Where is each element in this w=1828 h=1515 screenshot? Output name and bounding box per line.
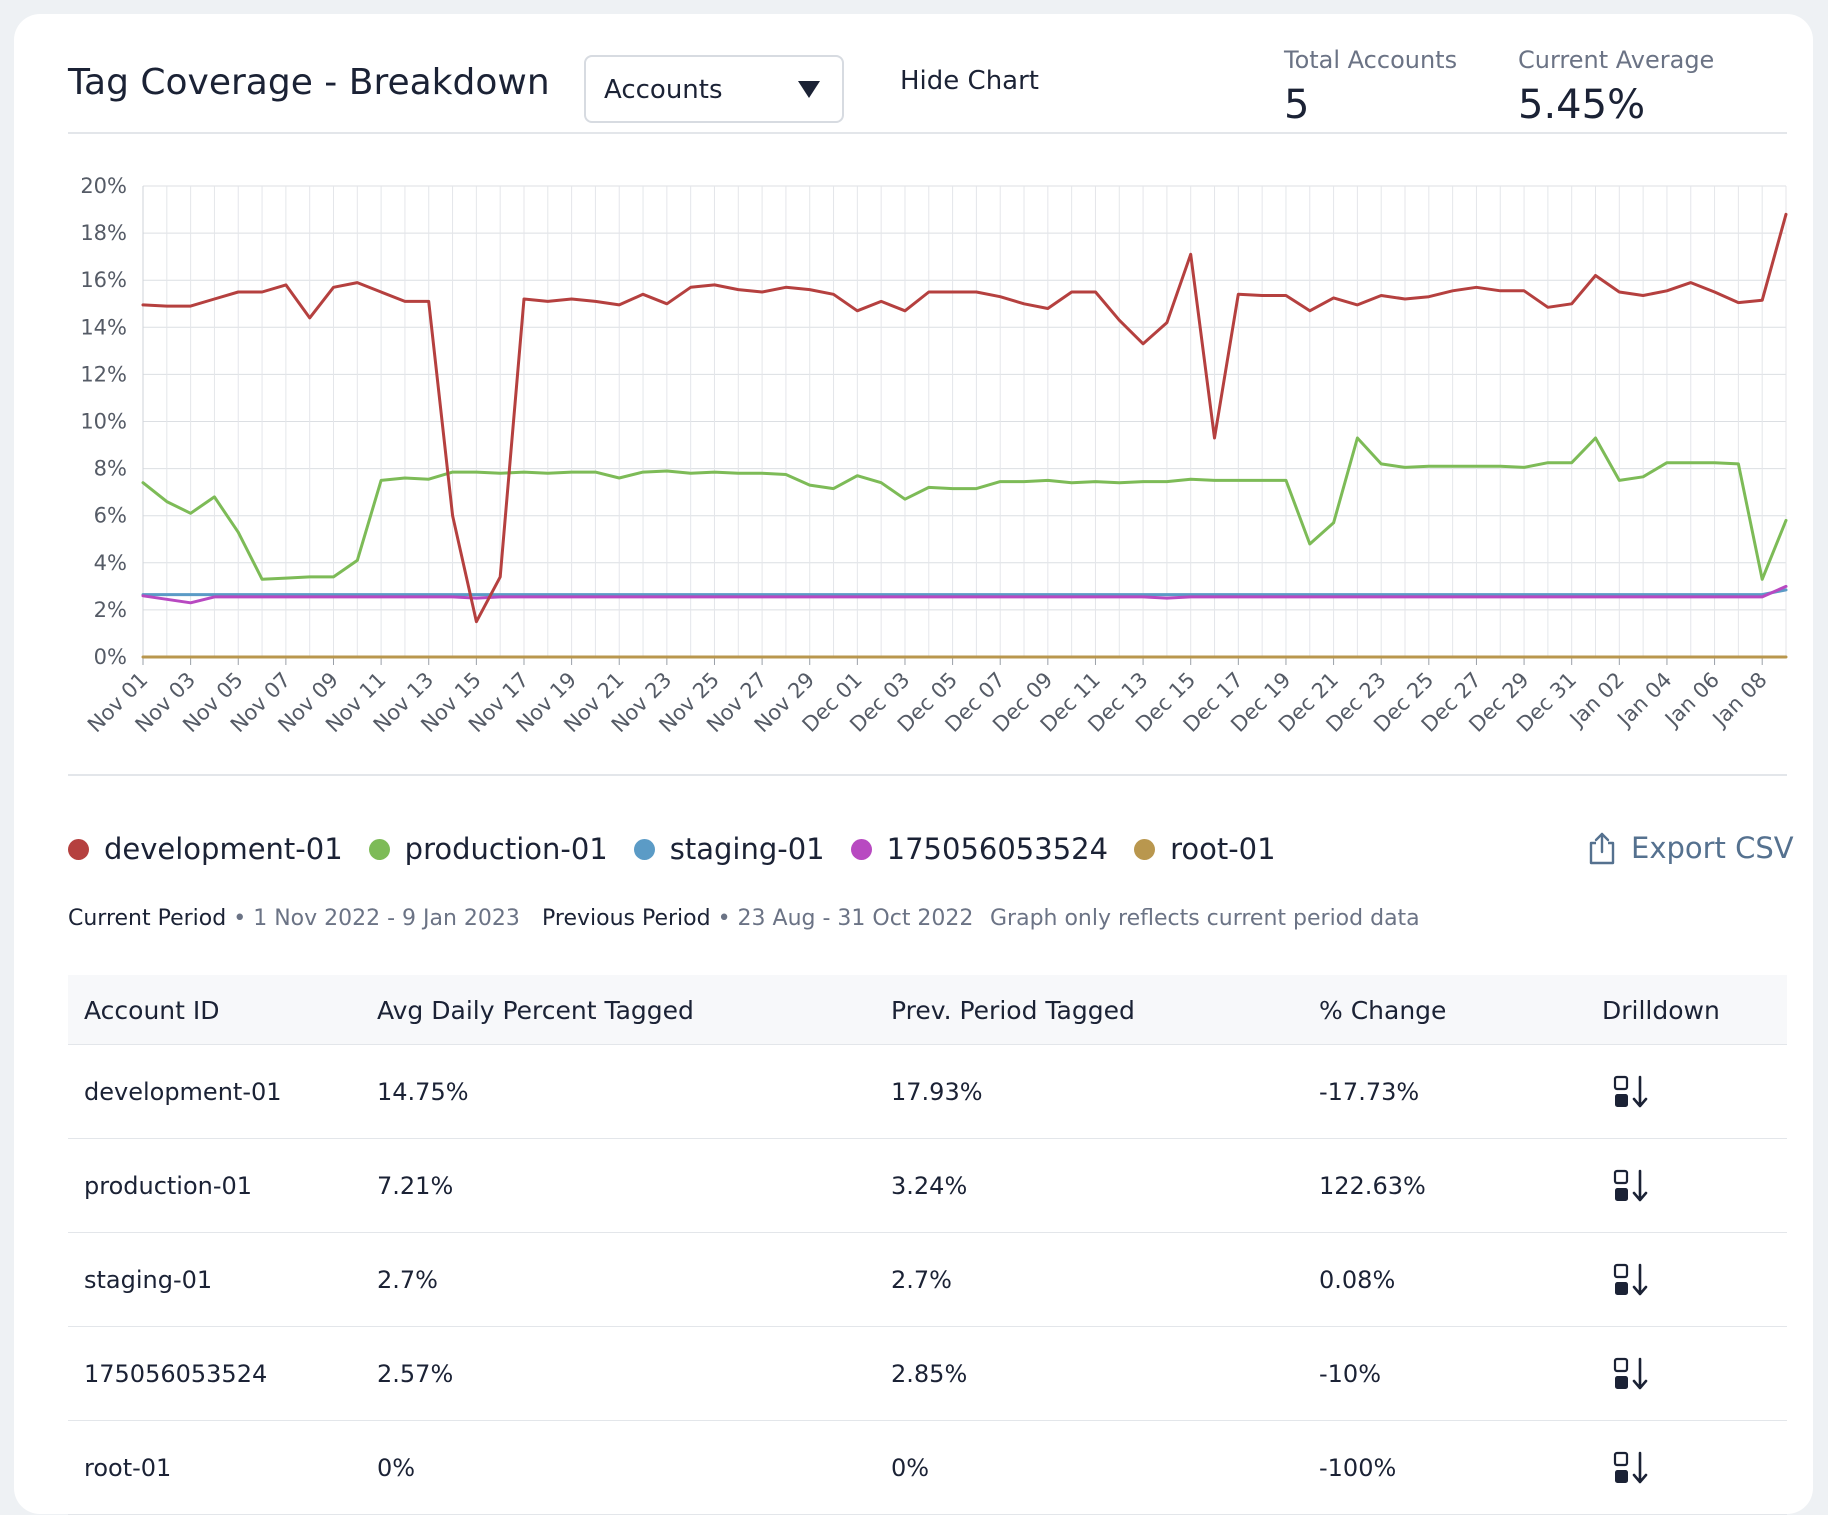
divider (68, 132, 1787, 134)
cell-prev-period: 2.7% (891, 1266, 952, 1294)
kpi-total-accounts-label: Total Accounts (1284, 46, 1458, 74)
legend-dot-icon (850, 838, 872, 860)
column-header-label: Account ID (84, 995, 220, 1025)
column-header-label: Avg Daily Percent Tagged (377, 995, 694, 1025)
kpi-current-average-value: 5.45% (1518, 82, 1646, 128)
y-tick-label: 20% (80, 174, 127, 198)
legend-item[interactable]: root-01 (1134, 832, 1276, 866)
column-header-label: Prev. Period Tagged (891, 995, 1135, 1025)
cell-percent-change: -17.73% (1319, 1078, 1420, 1106)
cell-account-id: development-01 (84, 1078, 282, 1106)
y-tick-label: 2% (94, 598, 127, 622)
chevron-down-icon (798, 81, 820, 98)
graph-note: Graph only reflects current period data (990, 906, 1420, 931)
cell-avg-daily: 2.7% (377, 1266, 438, 1294)
legend-label: 175056053524 (886, 832, 1109, 866)
legend-item[interactable]: 175056053524 (850, 832, 1109, 866)
table-row: production-01 7.21% 3.24% 122.63% (68, 1139, 1787, 1233)
cell-avg-daily: 0% (377, 1454, 416, 1482)
table-row: 175056053524 2.57% 2.85% -10% (68, 1327, 1787, 1421)
column-account-id[interactable]: Account ID (84, 975, 220, 1045)
tag-coverage-card: Tag Coverage - Breakdown Accounts Hide C… (14, 14, 1813, 1515)
cell-percent-change: -10% (1319, 1360, 1382, 1388)
table-row: root-01 0% 0% -100% (68, 1421, 1787, 1515)
drilldown-icon[interactable] (1613, 1169, 1653, 1203)
legend-item[interactable]: staging-01 (633, 832, 825, 866)
y-tick-label: 4% (94, 551, 127, 575)
cell-avg-daily: 7.21% (377, 1172, 454, 1200)
cell-percent-change: -100% (1319, 1454, 1397, 1482)
legend-label: root-01 (1170, 832, 1276, 866)
legend-dot-icon (68, 838, 89, 860)
legend-label: staging-01 (669, 832, 825, 866)
drilldown-icon[interactable] (1613, 1075, 1653, 1109)
cell-prev-period: 17.93% (891, 1078, 983, 1106)
tag-coverage-line-chart: 0%2%4%6%8%10%12%14%16%18%20%Nov 01Nov 03… (80, 174, 1788, 737)
y-tick-label: 8% (94, 457, 127, 481)
column-avg-daily-percent-tagged[interactable]: Avg Daily Percent Tagged (377, 975, 694, 1045)
column-header-label: % Change (1319, 995, 1447, 1025)
cell-account-id: staging-01 (84, 1266, 213, 1294)
dropdown-value: Accounts (604, 75, 723, 105)
legend-label: production-01 (404, 832, 608, 866)
drilldown-icon[interactable] (1613, 1357, 1653, 1391)
drilldown-icon[interactable] (1613, 1263, 1653, 1297)
legend-dot-icon (1134, 838, 1156, 860)
y-tick-label: 0% (94, 645, 127, 669)
y-tick-label: 14% (80, 315, 127, 339)
cell-account-id: 175056053524 (84, 1360, 268, 1388)
y-tick-label: 12% (80, 362, 127, 386)
chart-legend: development-01 production-01 staging-01 175… (68, 829, 1302, 869)
legend-dot-icon (633, 838, 655, 860)
cell-prev-period: 2.85% (891, 1360, 968, 1388)
drilldown-icon[interactable] (1613, 1451, 1653, 1485)
cell-prev-period: 3.24% (891, 1172, 968, 1200)
y-tick-label: 16% (80, 268, 127, 292)
hide-chart-button[interactable]: Hide Chart (900, 66, 1039, 96)
previous-period-range: 23 Aug - 31 Oct 2022 (737, 906, 974, 931)
current-period-label: Current Period (68, 906, 227, 931)
cell-prev-period: 0% (891, 1454, 930, 1482)
cell-account-id: root-01 (84, 1454, 172, 1482)
previous-period-label: Previous Period (542, 906, 711, 931)
cell-percent-change: 122.63% (1319, 1172, 1426, 1200)
column-drilldown: Drilldown (1602, 975, 1720, 1045)
column-percent-change[interactable]: % Change (1319, 975, 1446, 1045)
table-header: Account ID Avg Daily Percent Tagged Prev… (68, 975, 1787, 1045)
current-period: Current Period • 1 Nov 2022 - 9 Jan 2023 (68, 906, 520, 931)
export-csv-label: Export CSV (1631, 831, 1794, 865)
export-csv-button[interactable]: Export CSV (1587, 826, 1794, 870)
accounts-table: Account ID Avg Daily Percent Tagged Prev… (68, 975, 1787, 1515)
group-by-dropdown[interactable]: Accounts (584, 55, 844, 123)
column-header-label: Drilldown (1602, 995, 1720, 1025)
separator: • (226, 906, 254, 931)
cell-avg-daily: 14.75% (377, 1078, 469, 1106)
y-tick-label: 18% (80, 221, 127, 245)
table-row: development-01 14.75% 17.93% -17.73% (68, 1045, 1787, 1139)
column-prev-period-tagged[interactable]: Prev. Period Tagged (891, 975, 1135, 1045)
legend-dot-icon (368, 838, 390, 860)
share-upload-icon (1589, 832, 1615, 865)
cell-account-id: production-01 (84, 1172, 253, 1200)
separator: • (710, 906, 738, 931)
cell-percent-change: 0.08% (1319, 1266, 1396, 1294)
series-line-production-01 (141, 436, 1788, 581)
page-title: Tag Coverage - Breakdown (68, 62, 550, 103)
legend-label: development-01 (104, 832, 343, 866)
previous-period: Previous Period • 23 Aug - 31 Oct 2022 (542, 906, 973, 931)
legend-item[interactable]: production-01 (368, 832, 608, 866)
series-line-staging-01 (141, 588, 1788, 597)
cell-avg-daily: 2.57% (377, 1360, 454, 1388)
table-row: staging-01 2.7% 2.7% 0.08% (68, 1233, 1787, 1327)
kpi-current-average-label: Current Average (1518, 46, 1715, 74)
series-line-development-01 (141, 212, 1788, 624)
kpi-total-accounts-value: 5 (1284, 82, 1310, 128)
divider (68, 774, 1787, 776)
legend-item[interactable]: development-01 (68, 832, 343, 866)
y-tick-label: 10% (80, 410, 127, 434)
y-tick-label: 6% (94, 504, 127, 528)
current-period-range: 1 Nov 2022 - 9 Jan 2023 (253, 906, 520, 931)
